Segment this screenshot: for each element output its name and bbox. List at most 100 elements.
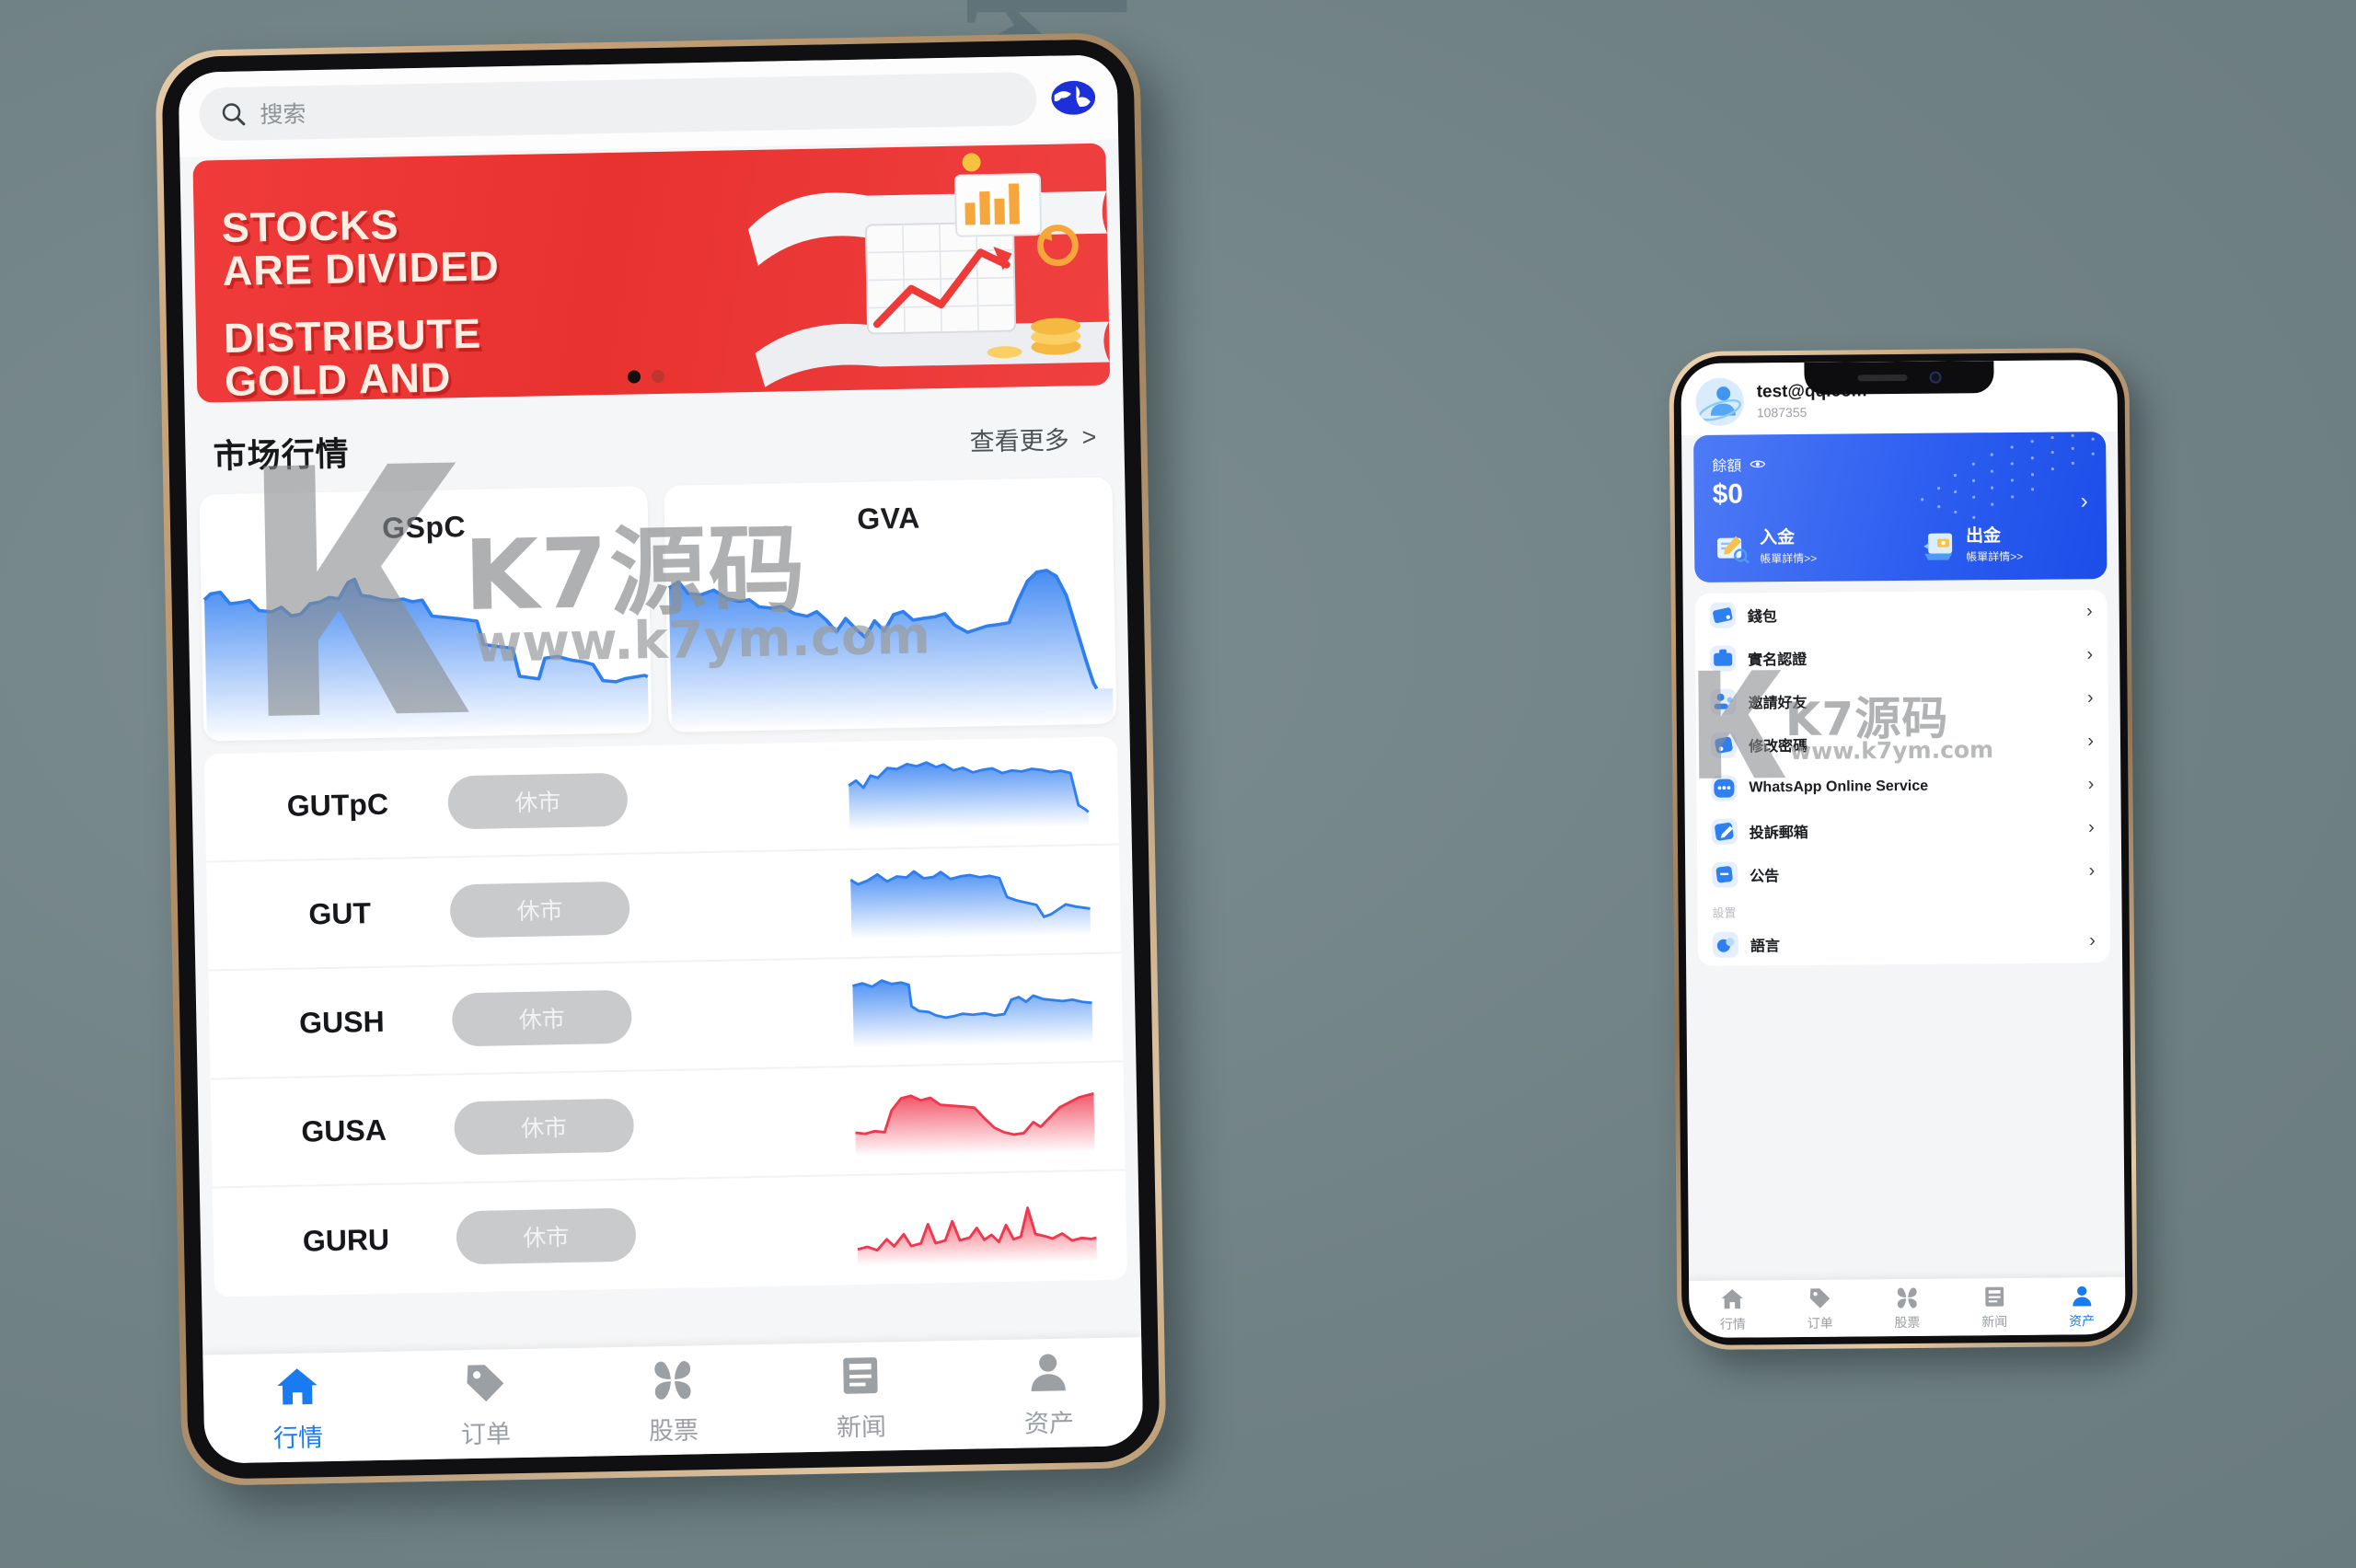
- row-symbol: GUSA: [301, 1113, 387, 1148]
- chevron-right-icon[interactable]: ›: [2081, 489, 2088, 514]
- row-sparkline: [635, 1190, 1104, 1271]
- tab-orders[interactable]: 订单: [1776, 1285, 1864, 1332]
- globe-icon[interactable]: [1049, 74, 1098, 122]
- home-icon: [277, 1367, 318, 1405]
- tab-assets[interactable]: 资产: [953, 1346, 1143, 1441]
- menu-item-change-password[interactable]: 修改密碼 ›: [1696, 720, 2108, 767]
- sparkline-chart: [667, 569, 1114, 732]
- bottom-navigation: 行情 订单 股票 新闻 资产: [202, 1337, 1144, 1464]
- chevron-right-icon: ›: [2086, 644, 2094, 665]
- market-list: GUTpC 休市 GUT 休市 GUSH 休市 GUSA 休市 GURU 休市: [203, 736, 1127, 1297]
- banner-dot-active[interactable]: [627, 370, 641, 384]
- deposit-icon: [1717, 536, 1750, 564]
- chat-icon: [1711, 775, 1738, 801]
- promo-banner[interactable]: STOCKS ARE DIVIDED DISTRIBUTE GOLD AND: [192, 143, 1111, 403]
- banner-illustration: [747, 153, 1110, 387]
- row-sparkline: [629, 863, 1098, 944]
- bottom-navigation: 行情 订单 股票 新闻 资产: [1689, 1276, 2126, 1339]
- banner-dots[interactable]: [627, 369, 665, 384]
- row-symbol: GURU: [302, 1222, 390, 1258]
- chevron-right-icon: >: [1081, 422, 1097, 451]
- tablet-topbar: 搜索: [178, 54, 1119, 157]
- search-input[interactable]: 搜索: [198, 72, 1037, 142]
- balance-card[interactable]: 餘額 $0 › 入金 帳單詳情>> 出金 帳單詳情>>: [1693, 432, 2108, 582]
- menu-item-verification[interactable]: 實名認證 ›: [1695, 633, 2108, 680]
- table-row[interactable]: GUSA 休市: [210, 1062, 1126, 1189]
- tab-news[interactable]: 新闻: [766, 1350, 955, 1445]
- menu-label: 修改密碼: [1748, 738, 1808, 755]
- menu-item-language[interactable]: 語言 ›: [1698, 919, 2110, 966]
- person-icon: [1031, 1354, 1066, 1391]
- chevron-right-icon: ›: [2086, 687, 2094, 709]
- table-row[interactable]: GUSH 休市: [208, 953, 1124, 1080]
- banner-line-2: ARE DIVIDED: [222, 242, 501, 295]
- tab-label: 新闻: [1981, 1313, 2008, 1329]
- deposit-text: 入金 帳單詳情>>: [1759, 528, 1818, 566]
- tab-orders[interactable]: 订单: [390, 1356, 580, 1451]
- tab-markets[interactable]: 行情: [203, 1360, 393, 1455]
- withdraw-text: 出金 帳單詳情>>: [1966, 526, 2024, 564]
- chevron-right-icon: ›: [2088, 860, 2096, 882]
- language-icon: [1712, 931, 1739, 958]
- tag-icon: [467, 1364, 504, 1401]
- tab-markets[interactable]: 行情: [1689, 1286, 1776, 1333]
- tab-stocks[interactable]: 股票: [1864, 1284, 1951, 1332]
- phone-device: test@qq.com 1087355 餘額 $0 › 入金 帳單詳情>> 出金…: [1669, 347, 2138, 1351]
- tab-news[interactable]: 新闻: [1951, 1283, 2038, 1331]
- table-row[interactable]: GUTpC 休市: [203, 736, 1119, 863]
- tab-label: 新闻: [836, 1412, 887, 1441]
- menu-item-whatsapp-service[interactable]: WhatsApp Online Service ›: [1696, 763, 2108, 810]
- market-card[interactable]: GSpC: [199, 486, 653, 742]
- menu-item-invite[interactable]: 邀請好友 ›: [1695, 676, 2108, 723]
- menu-label: 公告: [1750, 868, 1780, 884]
- tab-label: 行情: [272, 1423, 324, 1452]
- tab-assets[interactable]: 资产: [2038, 1282, 2125, 1330]
- banner-line-3: DISTRIBUTE: [223, 309, 482, 363]
- deposit-action[interactable]: 入金 帳單詳情>>: [1694, 528, 1900, 567]
- tablet-device: 搜索 STOCKS ARE DIVIDED DISTRIBUTE GOLD AN…: [155, 31, 1167, 1487]
- search-placeholder: 搜索: [260, 101, 306, 129]
- row-sparkline: [627, 755, 1096, 836]
- chevron-right-icon: ›: [2087, 731, 2095, 752]
- status-badge: 休市: [454, 1098, 635, 1156]
- invite-icon: [1710, 688, 1737, 715]
- chevron-right-icon: ›: [2085, 601, 2093, 622]
- id-card-icon: [1710, 645, 1737, 672]
- market-cards: GSpC GVA: [186, 477, 1129, 742]
- banner-line-4: GOLD AND: [224, 353, 452, 403]
- eye-icon[interactable]: [1750, 458, 1766, 469]
- deposit-title: 入金: [1759, 528, 1796, 548]
- menu-item-complaint-mailbox[interactable]: 投訴郵箱 ›: [1697, 806, 2109, 853]
- deposit-subtitle: 帳單詳情>>: [1760, 551, 1818, 566]
- banner-dot-inactive[interactable]: [651, 369, 665, 384]
- search-icon: [222, 103, 246, 126]
- tab-label: 资产: [1023, 1409, 1075, 1438]
- table-row[interactable]: GURU 休市: [213, 1170, 1127, 1297]
- clover-icon: [654, 1360, 691, 1400]
- view-more-link[interactable]: 查看更多 >: [969, 419, 1097, 457]
- page-title: 市场行情: [213, 434, 350, 476]
- tab-label: 股票: [1894, 1314, 1921, 1330]
- sparkline-chart: [852, 979, 1093, 1049]
- market-card[interactable]: GVA: [664, 477, 1117, 732]
- balance-label: 餘額: [1712, 458, 1742, 475]
- market-section-header: 市场行情 查看更多 >: [184, 385, 1125, 495]
- withdraw-action[interactable]: 出金 帳單詳情>>: [1900, 526, 2107, 565]
- table-row[interactable]: GUT 休市: [206, 845, 1122, 972]
- withdraw-subtitle: 帳單詳情>>: [1966, 549, 2024, 564]
- tab-label: 资产: [2068, 1312, 2096, 1328]
- menu-item-announcement[interactable]: 公告 ›: [1697, 849, 2109, 896]
- tab-stocks[interactable]: 股票: [578, 1353, 768, 1447]
- view-more-label: 查看更多: [969, 425, 1069, 455]
- tab-label: 行情: [1719, 1316, 1746, 1332]
- menu-item-wallet[interactable]: 錢包 ›: [1695, 590, 2108, 637]
- news-icon: [843, 1356, 878, 1394]
- row-symbol: GUT: [308, 895, 372, 930]
- front-camera: [1928, 371, 1942, 384]
- speaker-grille: [1857, 374, 1908, 382]
- balance-amount: $0: [1712, 478, 1744, 510]
- row-symbol: GUTpC: [286, 787, 389, 823]
- avatar[interactable]: [1695, 377, 1744, 426]
- sparkline-chart: [848, 761, 1090, 832]
- status-badge: 休市: [447, 772, 629, 830]
